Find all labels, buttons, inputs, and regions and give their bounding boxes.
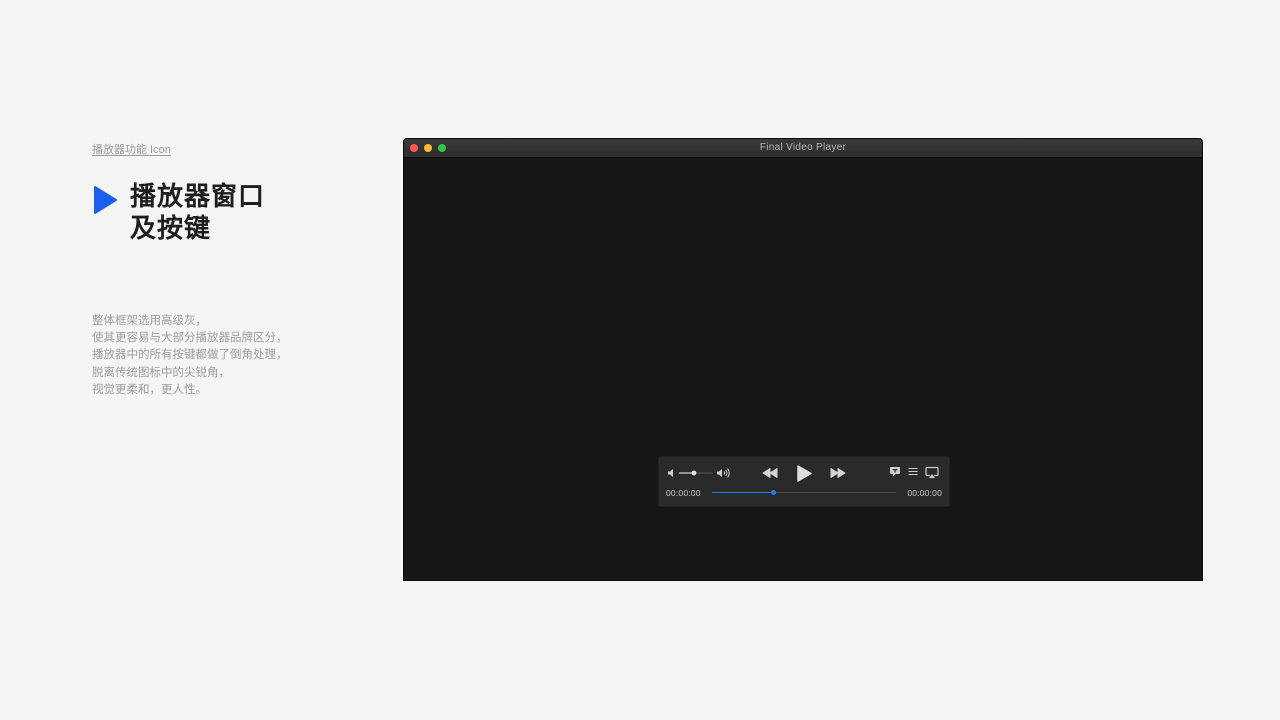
description-line: 脱离传统图标中的尖锐角，	[92, 366, 230, 379]
volume-slider[interactable]	[679, 468, 713, 478]
volume-low-icon[interactable]	[667, 468, 676, 478]
play-icon	[797, 465, 812, 482]
description-line: 整体框架选用高级灰，	[92, 315, 207, 327]
window-titlebar[interactable]: Final Video Player	[404, 139, 1202, 158]
page-title-line2: 及按键	[130, 213, 212, 243]
description-line: 使其更容易与大部分播放器品牌区分，	[92, 332, 288, 345]
rewind-icon[interactable]	[761, 467, 779, 479]
page-title-line1: 播放器窗口	[130, 181, 266, 211]
play-triangle-icon	[94, 186, 117, 214]
playlist-icon[interactable]	[908, 467, 918, 476]
volume-high-icon[interactable]	[716, 467, 732, 479]
current-time: 00:00:00	[666, 488, 701, 498]
window-title: Final Video Player	[759, 142, 847, 153]
progress-fill	[712, 492, 773, 493]
subtitle-icon[interactable]	[889, 466, 901, 477]
player-window: Final Video Player 00:00:00 00:00:00	[404, 139, 1202, 580]
fast-forward-icon[interactable]	[829, 467, 847, 479]
player-control-bar: 00:00:00 00:00:00	[658, 456, 950, 507]
description-line: 播放器中的所有按键都做了倒角处理，	[92, 349, 288, 362]
description: 整体框架选用高级灰， 使其更容易与大部分播放器品牌区分， 播放器中的所有按键都做…	[92, 313, 288, 399]
description-line: 视觉更柔和，更人性。	[92, 383, 207, 396]
page-title: 播放器窗口 及按键	[130, 180, 265, 244]
airplay-icon[interactable]	[925, 466, 939, 480]
progress-handle[interactable]	[771, 490, 776, 495]
heading-block: 播放器窗口 及按键	[92, 180, 352, 252]
progress-bar[interactable]	[712, 490, 896, 495]
total-time: 00:00:00	[907, 488, 942, 498]
section-label[interactable]: 播放器功能 Icon	[92, 141, 171, 157]
play-button[interactable]	[795, 464, 813, 483]
